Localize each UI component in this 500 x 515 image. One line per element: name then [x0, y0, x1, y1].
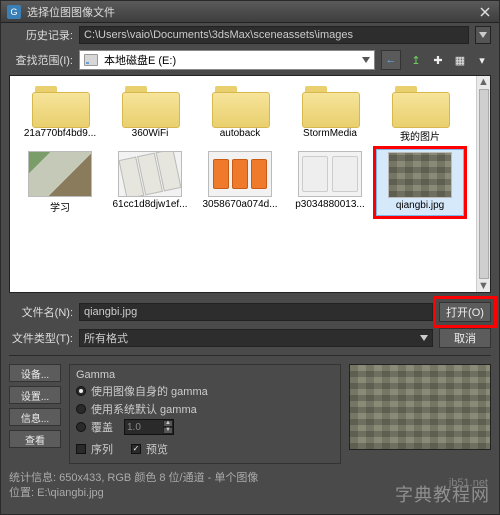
filetype-select[interactable]: 所有格式 — [79, 329, 433, 347]
file-dialog: G 选择位图图像文件 历史记录: C:\Users\vaio\Documents… — [0, 0, 500, 515]
scroll-thumb[interactable] — [479, 89, 489, 279]
file-label: 学习 — [50, 199, 70, 214]
status-bar: 统计信息: 650x433, RGB 颜色 8 位/通道 - 单个图像 位置: … — [1, 468, 499, 505]
lookin-value: 本地磁盘E (E:) — [104, 52, 176, 68]
file-browser-pane[interactable]: 21a770bf4bd9... 360WiFi autoback StormMe… — [10, 76, 476, 292]
up-folder-icon[interactable]: ↥ — [407, 51, 425, 69]
radio-label: 使用系统默认 gamma — [91, 401, 197, 417]
folder-icon — [212, 84, 268, 126]
lookin-label: 查找范围(I): — [9, 52, 73, 68]
folder-label: 21a770bf4bd9... — [24, 128, 96, 139]
status-location: 位置: E:\qiangbi.jpg — [9, 486, 491, 501]
file-label: qiangbi.jpg — [396, 200, 444, 211]
gamma-group: Gamma 使用图像自身的 gamma 使用系统默认 gamma 覆盖 ▲▼ 序… — [69, 364, 341, 464]
info-button[interactable]: 信息... — [9, 408, 61, 426]
bottom-panel: 设备... 设置... 信息... 查看 Gamma 使用图像自身的 gamma… — [1, 360, 499, 468]
folder-item[interactable]: StormMedia — [286, 82, 374, 145]
file-item-selected[interactable]: qiangbi.jpg — [376, 149, 464, 216]
folder-icon — [122, 84, 178, 126]
radio-label: 覆盖 — [91, 419, 113, 435]
back-button[interactable]: ← — [381, 50, 401, 70]
spin-up-icon[interactable]: ▲ — [163, 420, 173, 427]
folder-label: autoback — [220, 128, 261, 139]
check-label: 序列 — [91, 441, 113, 457]
filetype-label: 文件类型(T): — [9, 330, 73, 346]
preview-pane — [349, 364, 491, 450]
filename-label: 文件名(N): — [9, 304, 73, 320]
titlebar: G 选择位图图像文件 — [1, 1, 499, 23]
radio-on-icon — [76, 386, 86, 396]
file-label: 3058670a074d... — [202, 199, 277, 210]
arrow-left-icon: ← — [386, 54, 397, 66]
filename-row: 文件名(N): qiangbi.jpg 打开(O) — [1, 299, 499, 325]
checkbox-on-icon — [131, 444, 141, 454]
filename-input[interactable]: qiangbi.jpg — [79, 303, 433, 321]
close-icon[interactable] — [477, 5, 493, 19]
status-stats: 统计信息: 650x433, RGB 颜色 8 位/通道 - 单个图像 — [9, 471, 491, 486]
folder-icon — [302, 84, 358, 126]
gamma-override-spinner[interactable]: ▲▼ — [124, 419, 174, 435]
file-thumb — [28, 151, 92, 197]
gamma-radio-override[interactable]: 覆盖 ▲▼ — [76, 419, 334, 435]
file-thumb — [118, 151, 182, 197]
folder-icon — [32, 84, 88, 126]
cancel-button[interactable]: 取消 — [439, 328, 491, 348]
file-thumb — [208, 151, 272, 197]
history-dropdown-button[interactable] — [475, 26, 491, 44]
gamma-override-input[interactable] — [125, 422, 163, 433]
folder-label: StormMedia — [303, 128, 357, 139]
preview-checkbox[interactable]: 预览 — [131, 441, 168, 457]
lookin-select[interactable]: 本地磁盘E (E:) — [79, 50, 375, 70]
scroll-up-icon[interactable]: ▲ — [478, 76, 490, 88]
folder-icon — [392, 84, 448, 126]
app-icon: G — [7, 5, 21, 19]
disk-icon — [84, 54, 98, 66]
file-browser: 21a770bf4bd9... 360WiFi autoback StormMe… — [9, 75, 491, 293]
file-item[interactable]: 61cc1d8djw1ef... — [106, 149, 194, 216]
folder-item[interactable]: 21a770bf4bd9... — [16, 82, 104, 145]
file-thumb — [388, 152, 452, 198]
file-label: 61cc1d8djw1ef... — [112, 199, 187, 210]
scroll-down-icon[interactable]: ▼ — [478, 280, 490, 292]
lookin-row: 查找范围(I): 本地磁盘E (E:) ← ↥ ✚ ▦ ▾ — [1, 47, 499, 73]
checkbox-off-icon — [76, 444, 86, 454]
spin-down-icon[interactable]: ▼ — [163, 427, 173, 434]
folder-label: 360WiFi — [132, 128, 169, 139]
filetype-row: 文件类型(T): 所有格式 取消 — [1, 325, 499, 351]
file-item[interactable]: 3058670a074d... — [196, 149, 284, 216]
file-thumb — [298, 151, 362, 197]
folder-grid: 21a770bf4bd9... 360WiFi autoback StormMe… — [16, 82, 470, 145]
folder-label: 我的图片 — [400, 128, 440, 143]
scrollbar[interactable]: ▲ ▼ — [476, 76, 490, 292]
file-item[interactable]: p3034880013... — [286, 149, 374, 216]
gamma-radio-own[interactable]: 使用图像自身的 gamma — [76, 383, 334, 399]
filetype-value: 所有格式 — [84, 330, 128, 346]
radio-off-icon — [76, 422, 86, 432]
divider — [9, 355, 491, 356]
gamma-legend: Gamma — [76, 369, 115, 381]
history-label: 历史记录: — [9, 27, 73, 43]
folder-item[interactable]: 我的图片 — [376, 82, 464, 145]
open-button[interactable]: 打开(O) — [439, 302, 491, 322]
window-title: 选择位图图像文件 — [27, 4, 115, 20]
check-label: 预览 — [146, 441, 168, 457]
setup-button[interactable]: 设置... — [9, 386, 61, 404]
file-grid: 学习 61cc1d8djw1ef... 3058670a074d... p303… — [16, 149, 470, 216]
radio-label: 使用图像自身的 gamma — [91, 383, 208, 399]
view-dropdown-icon[interactable]: ▾ — [473, 51, 491, 69]
side-buttons: 设备... 设置... 信息... 查看 — [9, 364, 61, 464]
gamma-radio-sys[interactable]: 使用系统默认 gamma — [76, 401, 334, 417]
folder-item[interactable]: autoback — [196, 82, 284, 145]
folder-item[interactable]: 360WiFi — [106, 82, 194, 145]
radio-off-icon — [76, 404, 86, 414]
new-folder-icon[interactable]: ✚ — [429, 51, 447, 69]
history-row: 历史记录: C:\Users\vaio\Documents\3dsMax\sce… — [1, 23, 499, 47]
file-label: p3034880013... — [295, 199, 365, 210]
view-menu-icon[interactable]: ▦ — [451, 51, 469, 69]
history-path[interactable]: C:\Users\vaio\Documents\3dsMax\sceneasse… — [79, 26, 469, 44]
sequence-checkbox[interactable]: 序列 — [76, 441, 113, 457]
device-button[interactable]: 设备... — [9, 364, 61, 382]
view-button[interactable]: 查看 — [9, 430, 61, 448]
file-item[interactable]: 学习 — [16, 149, 104, 216]
